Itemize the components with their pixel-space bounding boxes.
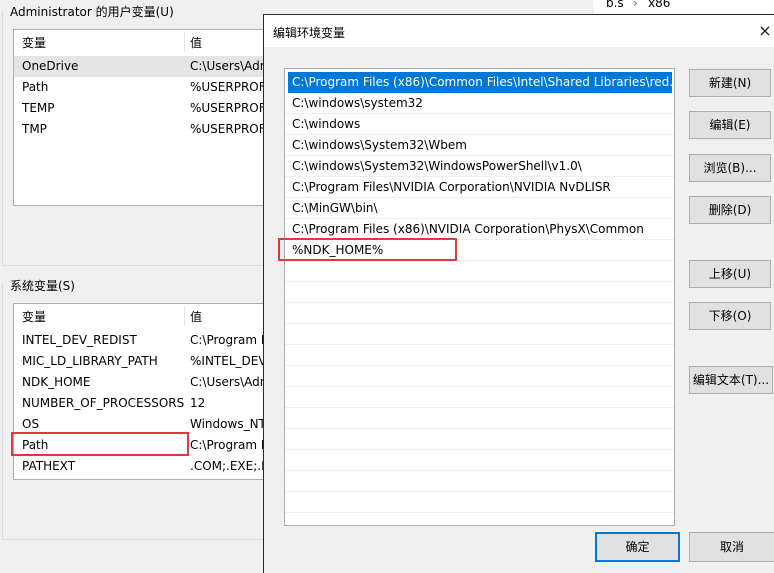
table-row[interactable]: NUMBER_OF_PROCESSORS 12	[14, 393, 274, 414]
path-entry: C:\Program Files\NVIDIA Corporation\NVID…	[292, 180, 611, 194]
browse-button-label: 浏览(B)...	[703, 161, 757, 175]
move-down-button-label: 下移(O)	[708, 309, 752, 323]
delete-button-label: 删除(D)	[708, 203, 752, 217]
list-item-empty[interactable]	[285, 345, 674, 366]
list-item-empty[interactable]	[285, 282, 674, 303]
path-entry: C:\Program Files (x86)\Common Files\Inte…	[292, 75, 675, 89]
move-up-button-label: 上移(U)	[708, 267, 752, 281]
table-row[interactable]: TEMP %USERPROFILE%\AppData\Local\Temp	[14, 98, 274, 119]
table-header: 变量 值	[14, 304, 274, 328]
path-entry: C:\Program Files (x86)\NVIDIA Corporatio…	[292, 222, 644, 236]
list-item-empty[interactable]	[285, 471, 674, 492]
list-item[interactable]: C:\MinGW\bin\	[285, 198, 674, 219]
list-item-empty[interactable]	[285, 261, 674, 282]
chevron-right-icon: ›	[633, 0, 638, 10]
list-item[interactable]: %NDK_HOME%	[285, 240, 674, 261]
variable-name: PATHEXT	[22, 459, 76, 473]
user-variables-table[interactable]: 变量 值 OneDrive C:\Users\Administrator\One…	[13, 29, 275, 206]
path-entry: C:\windows\System32\WindowsPowerShell\v1…	[292, 159, 582, 173]
breadcrumb-part-1[interactable]: b.s	[606, 0, 624, 10]
variable-name: TMP	[22, 122, 47, 136]
ok-button-label: 确定	[625, 540, 650, 554]
list-item-empty[interactable]	[285, 387, 674, 408]
table-row[interactable]: Path C:\Program Files (x86)\Common Files	[14, 435, 274, 456]
cancel-button-label: 取消	[719, 540, 744, 554]
table-row[interactable]: Path %USERPROFILE%\AppData\Local\Microso…	[14, 77, 274, 98]
list-item[interactable]: C:\Program Files (x86)\Common Files\Inte…	[288, 72, 675, 93]
close-icon[interactable]: ×	[755, 15, 774, 47]
dialog-title: 编辑环境变量	[273, 26, 346, 40]
variable-name: TEMP	[22, 101, 55, 115]
list-item[interactable]: C:\Program Files\NVIDIA Corporation\NVID…	[285, 177, 674, 198]
variable-name: INTEL_DEV_REDIST	[22, 333, 137, 347]
list-item-empty[interactable]	[285, 492, 674, 513]
list-item[interactable]: C:\windows	[285, 114, 674, 135]
list-item-empty[interactable]	[285, 324, 674, 345]
column-header-value[interactable]: 值	[190, 34, 202, 51]
table-row[interactable]: INTEL_DEV_REDIST C:\Program Files (x86)\…	[14, 330, 274, 351]
move-up-button[interactable]: 上移(U)	[689, 260, 771, 288]
column-divider[interactable]	[184, 306, 185, 326]
list-item[interactable]: C:\windows\system32	[285, 93, 674, 114]
table-header: 变量 值	[14, 30, 274, 54]
path-entry: C:\windows\System32\Wbem	[292, 138, 467, 152]
cancel-button[interactable]: 取消	[689, 532, 774, 562]
column-header-value[interactable]: 值	[190, 308, 202, 325]
list-item-empty[interactable]	[285, 366, 674, 387]
variable-name: Path	[22, 438, 49, 452]
column-divider[interactable]	[184, 32, 185, 52]
browse-button[interactable]: 浏览(B)...	[689, 154, 771, 182]
column-header-name[interactable]: 变量	[22, 308, 46, 325]
breadcrumb: b.s › x86	[593, 0, 774, 14]
list-item-empty[interactable]	[285, 450, 674, 471]
edit-text-button-label: 编辑文本(T)...	[692, 373, 770, 387]
variable-name: OneDrive	[22, 59, 79, 73]
new-button[interactable]: 新建(N)	[689, 69, 771, 97]
list-item[interactable]: C:\windows\System32\Wbem	[285, 135, 674, 156]
new-button-label: 新建(N)	[708, 76, 752, 90]
delete-button[interactable]: 删除(D)	[689, 196, 771, 224]
list-item[interactable]: C:\windows\System32\WindowsPowerShell\v1…	[285, 156, 674, 177]
variable-name: NDK_HOME	[22, 375, 91, 389]
variable-value: Windows_NT	[190, 417, 266, 431]
path-entry: %NDK_HOME%	[292, 243, 384, 257]
list-item-empty[interactable]	[285, 408, 674, 429]
path-entry: C:\windows	[292, 117, 361, 131]
edit-text-button[interactable]: 编辑文本(T)...	[689, 366, 773, 394]
table-row[interactable]: PATHEXT .COM;.EXE;.BAT;.CMD;.VBS;.VBE	[14, 456, 274, 477]
edit-button-label: 编辑(E)	[709, 118, 751, 132]
list-item[interactable]: C:\Program Files (x86)\NVIDIA Corporatio…	[285, 219, 674, 240]
breadcrumb-part-2[interactable]: x86	[648, 0, 670, 10]
path-entries-list[interactable]: C:\Program Files (x86)\Common Files\Inte…	[284, 68, 675, 526]
list-item-empty[interactable]	[285, 303, 674, 324]
move-down-button[interactable]: 下移(O)	[689, 302, 771, 330]
system-variables-table[interactable]: 变量 值 INTEL_DEV_REDIST C:\Program Files (…	[13, 303, 275, 480]
table-row[interactable]: NDK_HOME C:\Users\Administrator\Android	[14, 372, 274, 393]
variable-name: OS	[22, 417, 40, 431]
variable-name: Path	[22, 80, 49, 94]
path-entry: C:\windows\system32	[292, 96, 423, 110]
edit-environment-variable-dialog: 编辑环境变量 × C:\Program Files (x86)\Common F…	[263, 14, 774, 573]
variable-name: NUMBER_OF_PROCESSORS	[22, 396, 185, 410]
table-row[interactable]: OneDrive C:\Users\Administrator\OneDrive	[14, 56, 274, 77]
table-row[interactable]: MIC_LD_LIBRARY_PATH %INTEL_DEV_REDIST%co…	[14, 351, 274, 372]
ok-button[interactable]: 确定	[595, 532, 680, 562]
column-header-name[interactable]: 变量	[22, 34, 46, 51]
variable-name: MIC_LD_LIBRARY_PATH	[22, 354, 158, 368]
path-entry: C:\MinGW\bin\	[292, 201, 378, 215]
table-row[interactable]: OS Windows_NT	[14, 414, 274, 435]
variable-value: 12	[190, 396, 206, 410]
dialog-titlebar[interactable]: 编辑环境变量 ×	[264, 15, 774, 47]
edit-button[interactable]: 编辑(E)	[689, 111, 771, 139]
list-item-empty[interactable]	[285, 429, 674, 450]
table-row[interactable]: TMP %USERPROFILE%\AppData\Local\Temp	[14, 119, 274, 140]
